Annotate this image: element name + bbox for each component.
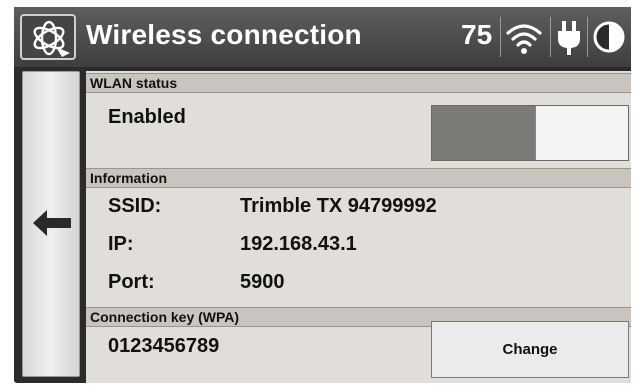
- port-label: Port:: [108, 271, 155, 293]
- section-header-information: Information: [86, 168, 631, 188]
- ssid-label: SSID:: [108, 195, 162, 217]
- wlan-status-value: Enabled: [108, 106, 186, 128]
- arrow-left-icon: [33, 210, 71, 236]
- header-divider: [587, 17, 588, 57]
- device-screen: Wireless connection 75 WLAN status Enabl…: [14, 7, 631, 383]
- contrast-icon[interactable]: [591, 15, 627, 59]
- trimble-logo-icon: [33, 20, 70, 57]
- header-divider: [550, 17, 551, 57]
- back-button[interactable]: [22, 71, 80, 377]
- ip-label: IP:: [108, 233, 134, 255]
- ip-value: 192.168.43.1: [240, 233, 357, 255]
- content-panel: WLAN status Enabled Information SSID: Tr…: [86, 71, 631, 383]
- port-value: 5900: [240, 271, 285, 293]
- connection-key-value: 0123456789: [108, 335, 220, 357]
- wlan-toggle[interactable]: [431, 105, 629, 161]
- wifi-icon[interactable]: [502, 15, 546, 59]
- power-plug-icon: [558, 21, 580, 55]
- page-title: Wireless connection: [86, 19, 362, 50]
- battery-level: 75: [461, 19, 493, 50]
- home-button[interactable]: [20, 14, 76, 60]
- header-bar: Wireless connection 75: [14, 7, 631, 67]
- change-button[interactable]: Change: [431, 321, 629, 378]
- header-divider: [500, 17, 501, 57]
- section-header-wlan: WLAN status: [86, 73, 631, 93]
- toggle-knob: [535, 106, 628, 160]
- ssid-value: Trimble TX 94799992: [240, 195, 437, 217]
